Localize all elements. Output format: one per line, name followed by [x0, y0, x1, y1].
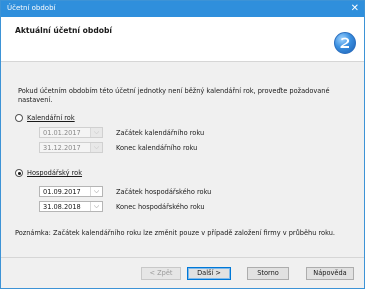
calendar-start-label: Začátek kalendářního roku	[116, 129, 205, 137]
radio-calendar-year[interactable]: Kalendářní rok	[15, 114, 75, 122]
wizard-header: Aktuální účetní období	[1, 17, 364, 62]
calendar-end-date-field: 31.12.2017 ⌵	[39, 142, 103, 153]
fiscal-start-date-value: 01.09.2017	[43, 187, 81, 196]
dialog-window: Účetní období ✕ Aktuální účetní období P…	[0, 0, 365, 289]
close-icon[interactable]: ✕	[351, 2, 359, 15]
fiscal-start-label: Začátek hospodářského roku	[116, 188, 212, 196]
help-button[interactable]: Nápověda	[306, 267, 354, 280]
footer-divider	[1, 257, 364, 258]
chevron-down-icon[interactable]: ⌵	[90, 202, 102, 211]
fiscal-end-date-field[interactable]: 31.08.2018 ⌵	[39, 201, 103, 212]
fiscal-end-date-value: 31.08.2018	[43, 202, 81, 211]
window-title: Účetní období	[7, 4, 56, 12]
radio-fiscal-year[interactable]: Hospodářský rok	[15, 169, 82, 177]
fiscal-start-date-field[interactable]: 01.09.2017 ⌵	[39, 186, 103, 197]
radio-calendar-year-label: Kalendářní rok	[27, 114, 75, 122]
page-title: Aktuální účetní období	[15, 26, 113, 35]
radio-checked-icon	[15, 169, 23, 177]
description-text: Pokud účetním obdobím této účetní jednot…	[18, 87, 330, 104]
calendar-end-date-value: 31.12.2017	[43, 143, 81, 152]
calendar-end-label: Konec kalendářního roku	[116, 144, 198, 152]
chevron-down-icon: ⌵	[90, 143, 102, 152]
calendar-start-date-value: 01.01.2017	[43, 128, 81, 137]
cancel-button[interactable]: Storno	[247, 267, 289, 280]
radio-fiscal-year-label: Hospodářský rok	[27, 169, 83, 177]
app-logo-icon	[334, 32, 356, 54]
next-button[interactable]: Další >	[187, 267, 231, 280]
title-bar: Účetní období ✕	[1, 1, 364, 17]
calendar-start-date-field: 01.01.2017 ⌵	[39, 127, 103, 138]
note-text: Poznámka: Začátek kalendářního roku lze …	[15, 229, 335, 237]
fiscal-end-label: Konec hospodářského roku	[116, 203, 205, 211]
chevron-down-icon: ⌵	[90, 128, 102, 137]
chevron-down-icon[interactable]: ⌵	[90, 187, 102, 196]
radio-unchecked-icon	[15, 114, 23, 122]
back-button[interactable]: < Zpět	[141, 267, 181, 280]
